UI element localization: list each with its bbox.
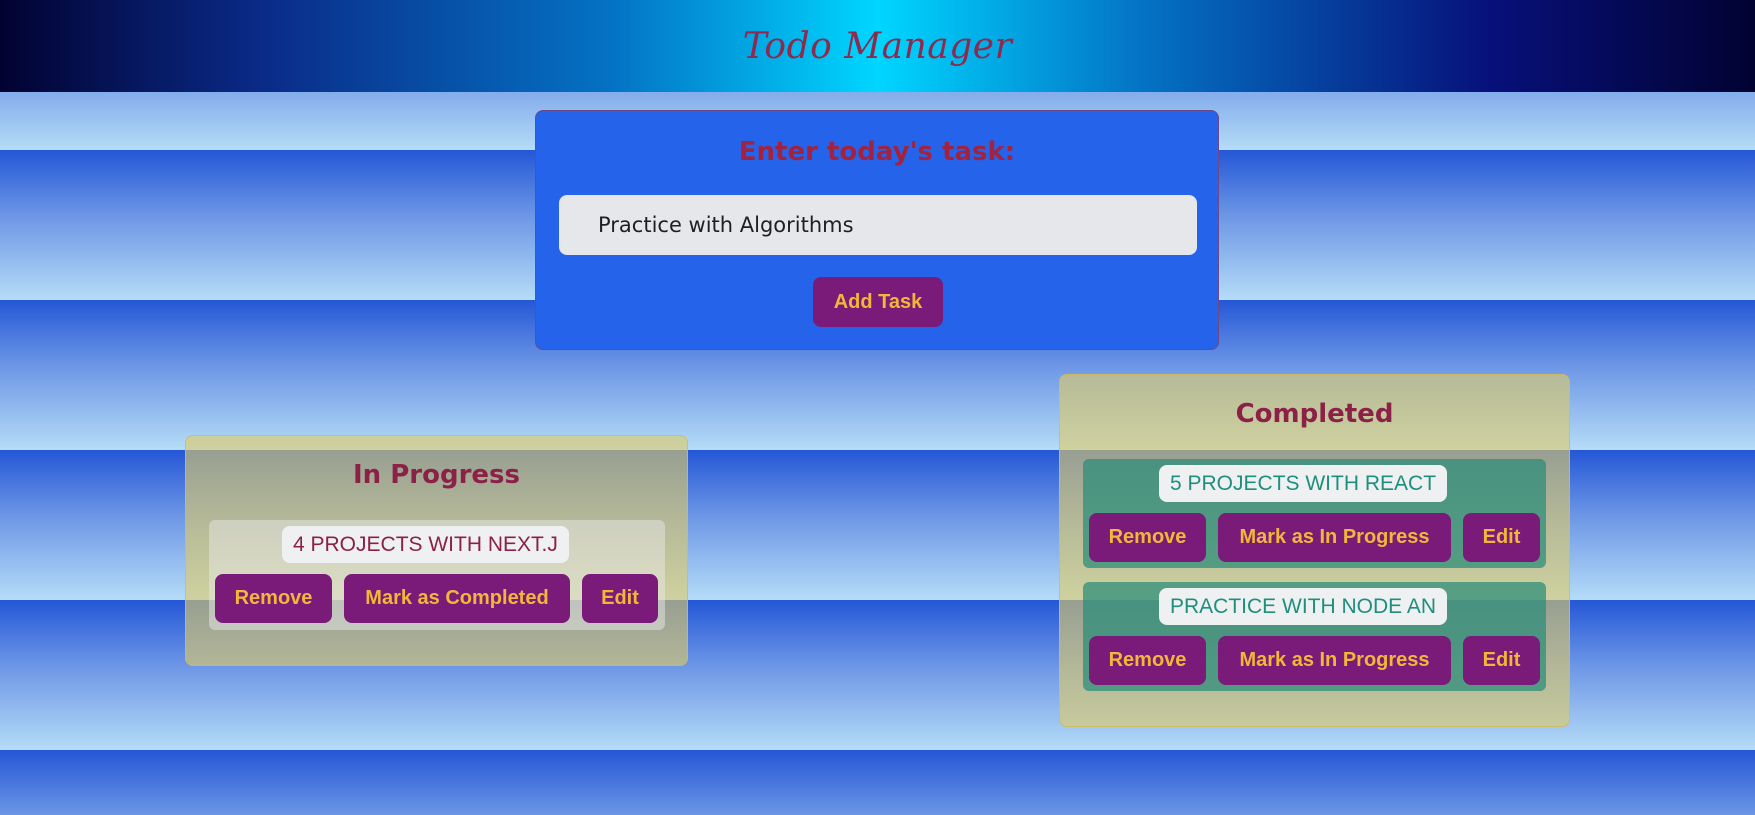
remove-button[interactable]: Remove <box>1089 636 1206 685</box>
task-input[interactable] <box>559 195 1197 255</box>
edit-button[interactable]: Edit <box>1463 513 1540 562</box>
mark-in-progress-button[interactable]: Mark as In Progress <box>1218 513 1451 562</box>
input-heading: Enter today's task: <box>738 137 1016 167</box>
task-name: 4 PROJECTS WITH NEXT.J <box>282 526 569 563</box>
mark-in-progress-button[interactable]: Mark as In Progress <box>1218 636 1451 685</box>
completed-title: Completed <box>1235 399 1394 429</box>
completed-column: Completed 5 PROJECTS WITH REACT Remove M… <box>1059 374 1570 727</box>
task-card: 4 PROJECTS WITH NEXT.J Remove Mark as Co… <box>209 520 665 630</box>
app-header: Todo Manager <box>0 0 1755 92</box>
task-card: PRACTICE WITH NODE AN Remove Mark as In … <box>1083 582 1546 691</box>
task-card: 5 PROJECTS WITH REACT Remove Mark as In … <box>1083 459 1546 568</box>
task-name: PRACTICE WITH NODE AN <box>1159 588 1448 625</box>
task-name: 5 PROJECTS WITH REACT <box>1159 465 1448 502</box>
in-progress-column: In Progress 4 PROJECTS WITH NEXT.J Remov… <box>185 435 688 666</box>
in-progress-title: In Progress <box>353 460 520 490</box>
app-title: Todo Manager <box>742 25 1013 67</box>
edit-button[interactable]: Edit <box>582 574 658 623</box>
task-input-card: Enter today's task: Add Task <box>535 110 1219 350</box>
edit-button[interactable]: Edit <box>1463 636 1540 685</box>
add-task-button[interactable]: Add Task <box>813 277 943 327</box>
remove-button[interactable]: Remove <box>1089 513 1206 562</box>
mark-completed-button[interactable]: Mark as Completed <box>344 574 570 623</box>
remove-button[interactable]: Remove <box>215 574 332 623</box>
